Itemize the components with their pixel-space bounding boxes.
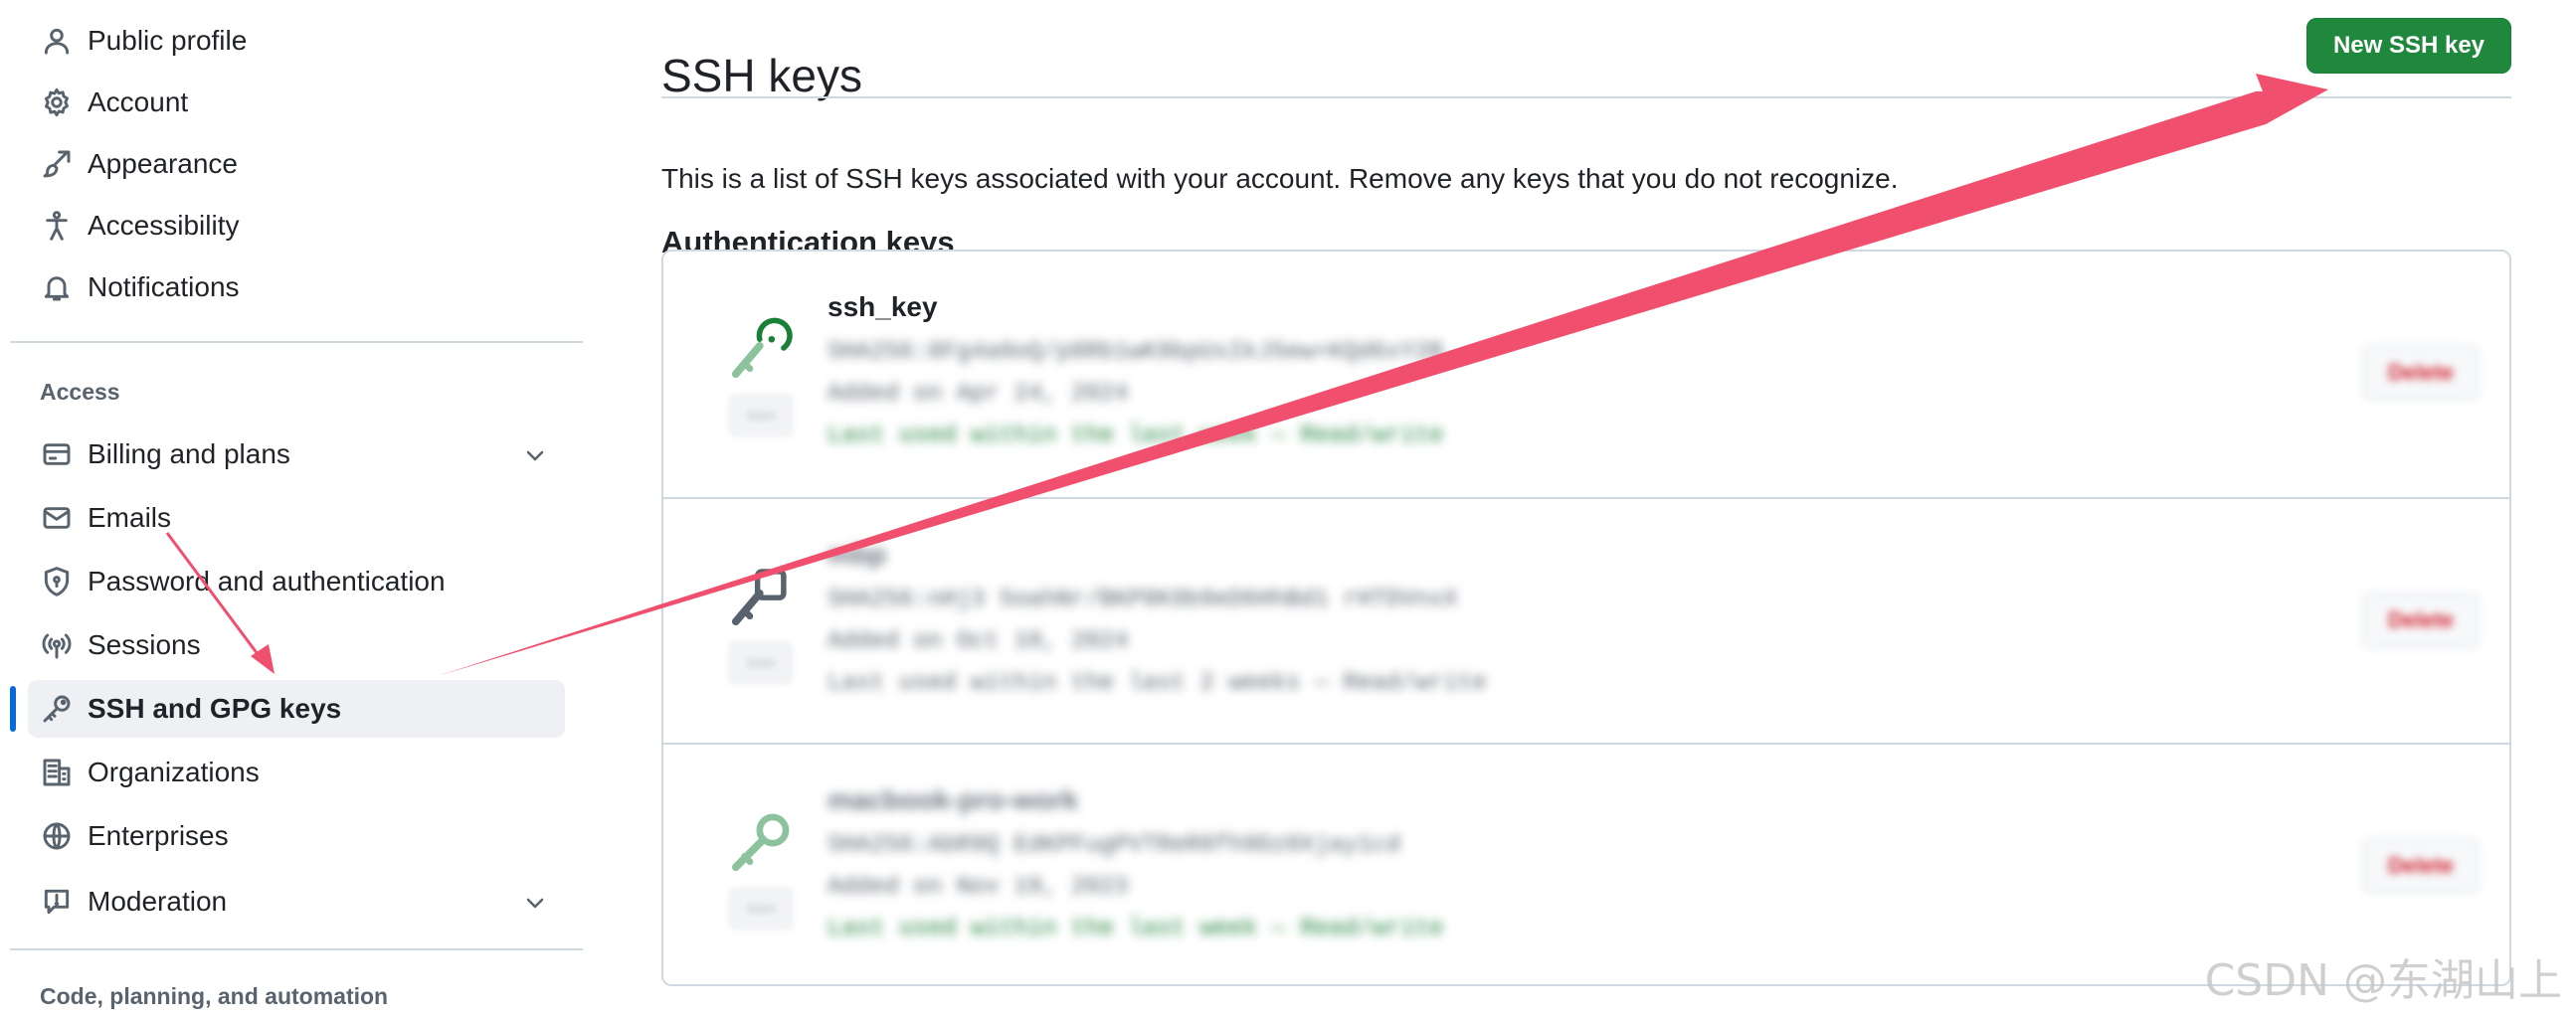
sidebar-item-moderation[interactable]: Moderation [28, 873, 565, 931]
key-title: macbook-pro-work [828, 784, 1079, 815]
sidebar-item-label: Organizations [88, 757, 260, 787]
key-fingerprint: SHA256:nHj3 5oahNr/BKP8K9b9eD6HhBd1 rHTD… [828, 587, 1458, 613]
sidebar-item-label: Password and authentication [88, 566, 446, 596]
title-divider [661, 96, 2511, 98]
sidebar-divider [10, 948, 583, 950]
key-last-used: Last used within the last week — Read/wr… [828, 916, 1444, 942]
key-added-date: Added on Oct 10, 2024 [828, 628, 1129, 655]
sidebar-item-accessibility[interactable]: Accessibility [28, 197, 565, 255]
key-title: ssh_key [828, 291, 938, 322]
report-icon [40, 885, 74, 919]
mail-icon [40, 501, 74, 535]
key-icon [727, 561, 797, 630]
active-indicator [10, 686, 16, 732]
bell-icon [40, 270, 74, 304]
sidebar-item-label: Account [88, 86, 189, 117]
ssh-key-item: SSH ssh_key SHA256:8Fg4a0oQ/p8Rb1wK9bpUs… [663, 252, 2509, 496]
sidebar-item-emails[interactable]: Emails [28, 489, 565, 547]
sidebar-item-label: Appearance [88, 148, 239, 179]
accessibility-icon [40, 209, 74, 243]
globe-icon [40, 819, 74, 853]
sidebar-item-label: Enterprises [88, 820, 229, 851]
sidebar-item-label: Sessions [88, 629, 201, 660]
broadcast-icon [40, 628, 74, 662]
sidebar-item-label: Emails [88, 502, 172, 533]
sidebar-item-account[interactable]: Account [28, 74, 565, 131]
ssh-key-item: SSH mbp SHA256:nHj3 5oahNr/BKP8K9b9eD6Hh… [663, 497, 2509, 742]
key-type-badge: SSH [729, 888, 793, 930]
delete-key-button[interactable]: Delete [2362, 345, 2480, 401]
key-added-date: Added on Apr 24, 2024 [828, 381, 1129, 408]
key-added-date: Added on Nov 19, 2023 [828, 874, 1129, 901]
sidebar-group-code-planning: Code, planning, and automation [40, 983, 389, 1009]
new-ssh-key-button[interactable]: New SSH key [2306, 18, 2511, 74]
sidebar-item-billing[interactable]: Billing and plans [28, 425, 565, 483]
sidebar-item-label: Public profile [88, 25, 248, 56]
credit-card-icon [40, 437, 74, 471]
person-icon [40, 24, 74, 58]
sidebar-item-appearance[interactable]: Appearance [28, 135, 565, 193]
key-fingerprint: SHA256:8Fg4a0oQ/p8Rb1wK9bpUsIkJ5ew+KQd6x… [828, 339, 1444, 366]
sidebar-item-label: Notifications [88, 271, 240, 302]
shield-lock-icon [40, 565, 74, 598]
delete-key-button[interactable]: Delete [2362, 593, 2480, 648]
key-last-used: Last used within the last week — Read/wr… [828, 423, 1444, 449]
sidebar-item-public-profile[interactable]: Public profile [28, 12, 565, 70]
sidebar-item-organizations[interactable]: Organizations [28, 744, 565, 801]
key-type-badge: SSH [729, 642, 793, 684]
ssh-keys-list: SSH ssh_key SHA256:8Fg4a0oQ/p8Rb1wK9bpUs… [661, 250, 2511, 986]
key-fingerprint: SHA256:AbR9Q EdKPFugPVTReR8fh9Dz0Xjay1cd [828, 832, 1401, 859]
sidebar-group-access: Access [40, 379, 120, 405]
watermark: CSDN @东湖山上 [2204, 955, 2562, 1006]
key-icon [727, 313, 797, 383]
gear-icon [40, 85, 74, 119]
chevron-down-icon[interactable] [523, 443, 547, 467]
ssh-keys-page: SSH keys New SSH key This is a list of S… [661, 0, 2511, 1020]
sidebar-item-label: SSH and GPG keys [88, 693, 342, 724]
settings-sidebar: Public profile Account Appearance Access… [0, 0, 597, 1020]
sidebar-item-ssh-gpg-keys[interactable]: SSH and GPG keys [28, 680, 565, 738]
sidebar-divider [10, 341, 583, 343]
chevron-down-icon[interactable] [523, 891, 547, 915]
sidebar-item-sessions[interactable]: Sessions [28, 616, 565, 674]
sidebar-item-label: Accessibility [88, 210, 240, 241]
paintbrush-icon [40, 147, 74, 181]
sidebar-item-notifications[interactable]: Notifications [28, 258, 565, 316]
intro-text: This is a list of SSH keys associated wi… [661, 163, 1899, 194]
page-title: SSH keys [661, 49, 862, 101]
sidebar-item-enterprises[interactable]: Enterprises [28, 807, 565, 865]
delete-key-button[interactable]: Delete [2362, 838, 2480, 894]
key-icon [40, 692, 74, 726]
key-title: mbp [828, 539, 887, 570]
key-last-used: Last used within the last 2 weeks — Read… [828, 670, 1487, 697]
sidebar-item-password-authentication[interactable]: Password and authentication [28, 553, 565, 610]
organization-icon [40, 756, 74, 789]
key-type-badge: SSH [729, 395, 793, 436]
sidebar-item-label: Moderation [88, 886, 228, 917]
sidebar-item-label: Billing and plans [88, 438, 290, 469]
key-icon [727, 806, 797, 876]
